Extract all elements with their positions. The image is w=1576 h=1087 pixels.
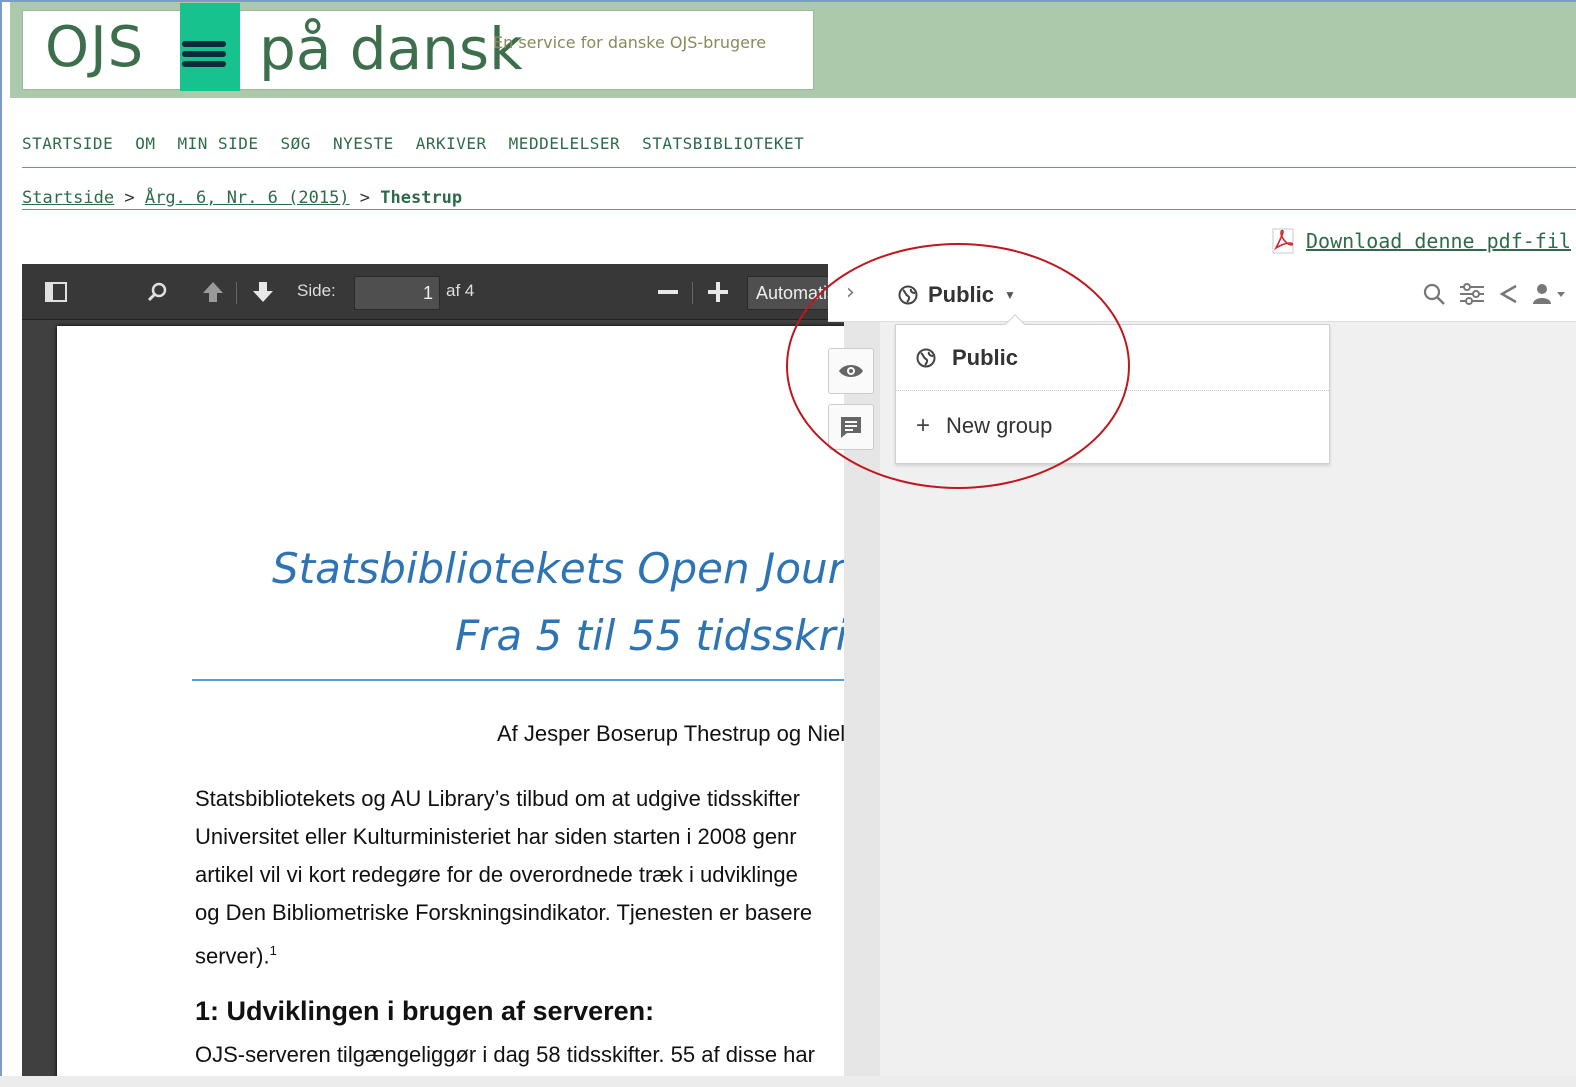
page-count: af 4	[446, 281, 475, 300]
breadcrumb-sep: >	[349, 188, 381, 208]
download-pdf-link[interactable]: Download denne pdf-fil	[1306, 229, 1571, 253]
paragraph-line: server).	[195, 943, 270, 969]
document-title-line1: Statsbibliotekets Open Jourı	[272, 544, 857, 593]
nav-sog[interactable]: SØG	[281, 134, 311, 153]
eye-icon	[839, 365, 863, 377]
chevron-down-icon: ▼	[1004, 288, 1016, 302]
paragraph-line: og Den Bibliometriske Forskningsindikato…	[195, 900, 813, 925]
dropdown-item-public[interactable]: Public	[896, 325, 1329, 391]
user-menu-icon[interactable]	[1532, 282, 1566, 306]
annotation-toolbar-icons	[1422, 282, 1566, 306]
nav-min-side[interactable]: MIN SIDE	[177, 134, 258, 153]
previous-page-icon[interactable]	[198, 278, 228, 306]
breadcrumb: Startside > Årg. 6, Nr. 6 (2015) > Thest…	[22, 188, 462, 208]
logo-tagline: En service for danske OJS-brugere	[493, 33, 767, 52]
nav-divider	[22, 167, 1576, 168]
nav-statsbiblioteket[interactable]: STATSBIBLIOTEKET	[642, 134, 804, 153]
show-highlights-button[interactable]	[828, 348, 874, 394]
search-icon[interactable]	[144, 278, 172, 306]
pdf-file-icon	[1270, 228, 1296, 254]
download-pdf[interactable]: Download denne pdf-fil	[1270, 228, 1571, 254]
breadcrumb-issue[interactable]: Årg. 6, Nr. 6 (2015)	[145, 188, 350, 208]
globe-icon	[898, 285, 918, 305]
breadcrumb-current: Thestrup	[380, 188, 463, 208]
logo-menu-icon	[180, 3, 240, 91]
breadcrumb-divider	[22, 209, 1576, 210]
zoom-in-icon[interactable]	[704, 278, 732, 306]
logo-ojs-text: OJS	[45, 15, 145, 80]
globe-icon	[916, 348, 936, 367]
document-paragraph: Statsbibliotekets og AU Library’s tilbud…	[195, 780, 812, 975]
pdf-viewer: Side: 1 af 4 Automatisk zoom Statsbiblio…	[22, 264, 1576, 1076]
document-title-line2: Fra 5 til 55 tidsskrif	[455, 611, 863, 660]
logo-dansk-text: på dansk	[259, 15, 523, 83]
document-text-line: OJS-serveren tilgængeliggør i dag 58 tid…	[195, 1042, 815, 1067]
paragraph-line: Universitet eller Kulturministeriet har …	[195, 824, 797, 849]
group-selector-label: Public	[928, 282, 995, 307]
toolbar-separator	[236, 282, 237, 304]
zoom-out-icon[interactable]	[654, 278, 682, 306]
paragraph-line: artikel vil vi kort redegøre for de over…	[195, 862, 798, 887]
search-icon[interactable]	[1422, 282, 1446, 306]
pdf-toolbar: Side: 1 af 4 Automatisk zoom	[22, 264, 847, 320]
dropdown-item-label: Public	[952, 344, 1019, 370]
nav-startside[interactable]: STARTSIDE	[22, 134, 113, 153]
dropdown-item-new-group[interactable]: + New group	[896, 393, 1329, 459]
main-nav: STARTSIDE OM MIN SIDE SØG NYESTE ARKIVER…	[22, 134, 804, 153]
share-icon[interactable]	[1498, 282, 1520, 306]
group-selector[interactable]: Public ▼	[898, 282, 1016, 308]
bottom-scroll-area	[0, 1076, 1576, 1087]
filter-icon[interactable]	[1458, 282, 1486, 306]
site-logo[interactable]: OJS på dansk En service for danske OJS-b…	[22, 3, 814, 91]
breadcrumb-home[interactable]: Startside	[22, 188, 114, 208]
toolbar-separator	[692, 282, 693, 304]
nav-arkiver[interactable]: ARKIVER	[416, 134, 487, 153]
plus-icon: +	[916, 412, 931, 439]
next-page-icon[interactable]	[248, 278, 278, 306]
nav-nyeste[interactable]: NYESTE	[333, 134, 394, 153]
nav-om[interactable]: OM	[135, 134, 155, 153]
breadcrumb-sep: >	[114, 188, 145, 208]
document-author: Af Jesper Boserup Thestrup og Niel	[497, 721, 846, 746]
paragraph-line-last: server).1	[195, 932, 812, 975]
nav-meddelelser[interactable]: MEDDELELSER	[509, 134, 620, 153]
sidebar-toggle-icon[interactable]	[42, 278, 70, 306]
dropdown-item-label: New group	[946, 413, 1053, 438]
page-label: Side:	[297, 281, 336, 300]
new-page-note-button[interactable]	[828, 404, 874, 450]
site-header: OJS på dansk En service for danske OJS-b…	[10, 2, 1576, 98]
collapse-sidebar-icon[interactable]: ›	[846, 280, 855, 305]
group-dropdown-menu: Public + New group	[895, 314, 1330, 464]
page-number-input[interactable]: 1	[354, 276, 440, 310]
annotation-topbar: › Public ▼	[828, 264, 1576, 322]
paragraph-line: Statsbibliotekets og AU Library’s tilbud…	[195, 786, 800, 811]
comment-icon	[841, 417, 861, 438]
footnote-marker[interactable]: 1	[270, 943, 277, 958]
document-heading: 1: Udviklingen i brugen af serveren:	[195, 996, 655, 1026]
